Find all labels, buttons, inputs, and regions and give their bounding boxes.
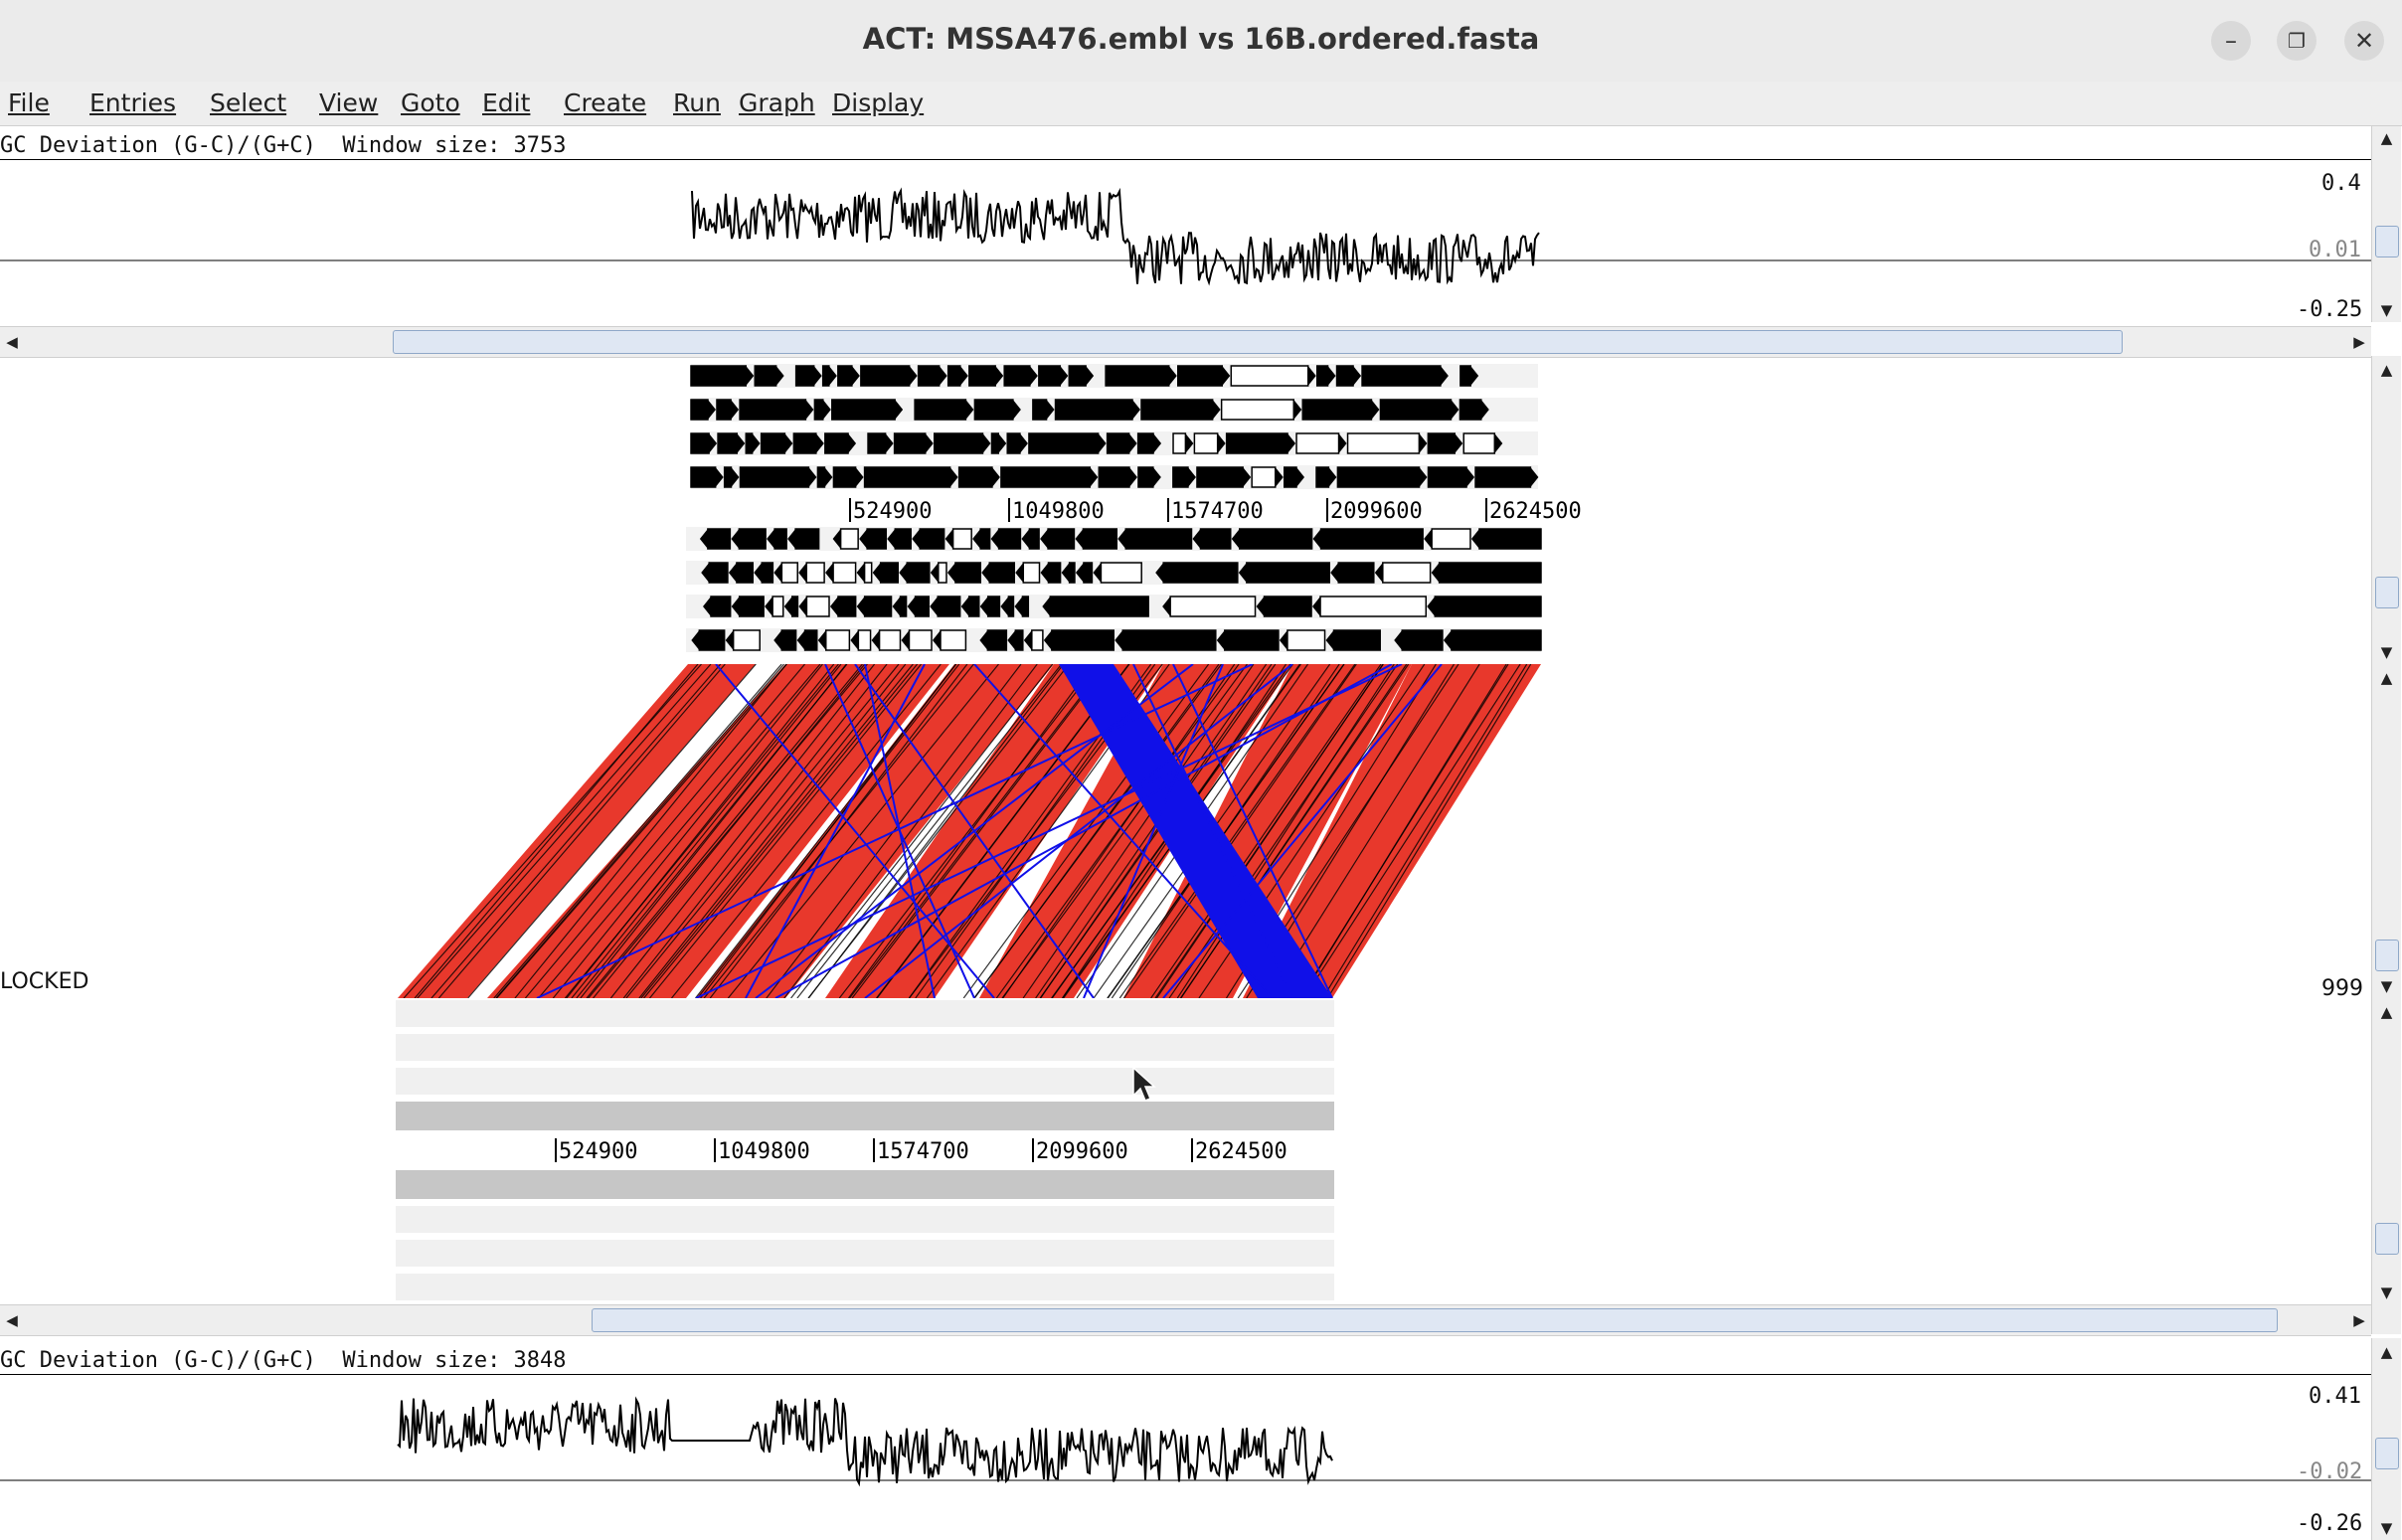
scroll-right-icon[interactable]: ▶	[2347, 327, 2371, 357]
bottom-ruler: 524900 1049800 1574700 2099600 2624500	[555, 1138, 1287, 1164]
bottom-graph-vscroll[interactable]: ▲ ▼	[2371, 1338, 2401, 1540]
ruler-tick-label: 2624500	[1195, 1139, 1287, 1164]
scroll-up-icon[interactable]: ▲	[2372, 666, 2401, 690]
scroll-up-icon[interactable]: ▲	[2372, 1000, 2401, 1024]
bottom-gc-line	[397, 1396, 1333, 1487]
top-graph-vscroll[interactable]: ▲ ▼	[2371, 126, 2401, 322]
hscroll-corner	[2371, 1304, 2401, 1334]
menu-run[interactable]: Run	[673, 82, 721, 125]
ruler-tick-label: 1049800	[718, 1139, 810, 1164]
window-title: ACT: MSSA476.embl vs 16B.ordered.fasta	[862, 22, 1540, 56]
scroll-down-icon[interactable]: ▼	[2372, 640, 2401, 664]
scroll-down-icon[interactable]: ▼	[2372, 1281, 2401, 1304]
scroll-up-icon[interactable]: ▲	[2372, 1340, 2401, 1364]
top-hscroll-thumb[interactable]	[393, 330, 2123, 354]
top-feature-vscroll[interactable]: ▲ ▼	[2371, 356, 2401, 664]
scroll-right-icon[interactable]: ▶	[2347, 1305, 2371, 1335]
bottom-feature-vscroll[interactable]: ▲ ▼	[2371, 998, 2401, 1304]
scroll-up-icon[interactable]: ▲	[2372, 358, 2401, 382]
ruler-tick-label: 524900	[559, 1139, 637, 1164]
scroll-left-icon[interactable]: ◀	[0, 327, 24, 357]
menu-goto[interactable]: Goto	[401, 82, 460, 125]
bottom-graph-mid: -0.02	[2297, 1459, 2363, 1484]
scroll-left-icon[interactable]: ◀	[0, 1305, 24, 1335]
match-lines	[398, 664, 1541, 998]
ruler-tick-label: 2624500	[1489, 499, 1582, 524]
close-button[interactable]: ✕	[2344, 21, 2384, 61]
menu-select[interactable]: Select	[210, 82, 286, 125]
ruler-tick-label: 1574700	[877, 1139, 969, 1164]
comparison-vscroll[interactable]: ▲ ▼	[2371, 664, 2401, 998]
top-graph-mid: 0.01	[2309, 238, 2361, 262]
bottom-graph-label: GC Deviation (G-C)/(G+C) Window size: 38…	[0, 1348, 567, 1373]
ruler-tick-label: 1574700	[1171, 499, 1264, 524]
ruler-tick-label: 524900	[853, 499, 932, 524]
menu-entries[interactable]: Entries	[89, 82, 176, 125]
top-reverse-frames	[686, 527, 1542, 652]
bottom-hscroll-thumb[interactable]	[592, 1308, 2278, 1332]
maximize-button[interactable]: ❐	[2277, 21, 2316, 61]
menu-edit[interactable]: Edit	[482, 82, 530, 125]
ruler-tick-label: 2099600	[1330, 499, 1423, 524]
bottom-feature-vscroll-thumb[interactable]	[2375, 1223, 2399, 1255]
close-icon: ✕	[2353, 27, 2375, 55]
ruler-tick-label: 1049800	[1012, 499, 1105, 524]
menu-bar: File Entries Select View Goto Edit Creat…	[0, 82, 2402, 126]
scroll-down-icon[interactable]: ▼	[2372, 1516, 2401, 1540]
bottom-gc-graph	[0, 1396, 2371, 1487]
top-gc-line	[691, 187, 1540, 286]
top-forward-frames	[690, 364, 1539, 489]
scroll-down-icon[interactable]: ▼	[2372, 974, 2401, 998]
menu-graph[interactable]: Graph	[739, 82, 815, 125]
scroll-up-icon[interactable]: ▲	[2372, 126, 2401, 150]
menu-file[interactable]: File	[8, 82, 50, 125]
comparison-view[interactable]	[0, 664, 2371, 998]
restore-icon: ❐	[2288, 29, 2306, 53]
bottom-feature-display: 524900 1049800 1574700 2099600 2624500	[396, 1000, 1334, 1300]
menu-create[interactable]: Create	[564, 82, 646, 125]
locked-label: LOCKED	[0, 969, 89, 994]
bottom-graph-vscroll-thumb[interactable]	[2375, 1438, 2399, 1469]
bottom-hscroll[interactable]: ◀ ▶	[0, 1304, 2371, 1336]
scroll-down-icon[interactable]: ▼	[2372, 298, 2401, 322]
bottom-graph-max: 0.41	[2309, 1384, 2361, 1409]
top-graph-label: GC Deviation (G-C)/(G+C) Window size: 37…	[0, 133, 567, 158]
menu-view[interactable]: View	[319, 82, 378, 125]
ruler-tick-label: 2099600	[1036, 1139, 1128, 1164]
minimize-button[interactable]: –	[2211, 21, 2251, 61]
minimize-icon: –	[2225, 27, 2237, 55]
top-graph-vscroll-thumb[interactable]	[2375, 226, 2399, 257]
bottom-graph-min: -0.26	[2297, 1511, 2363, 1536]
top-hscroll[interactable]: ◀ ▶	[0, 326, 2371, 358]
title-bar: ACT: MSSA476.embl vs 16B.ordered.fasta –…	[0, 0, 2402, 83]
top-gc-graph	[0, 187, 2371, 286]
comparison-vscroll-thumb[interactable]	[2375, 940, 2399, 971]
top-graph-max: 0.4	[2321, 171, 2361, 196]
top-feature-display: 524900 1049800 1574700 2099600 2624500	[686, 364, 1582, 652]
top-graph-min: -0.25	[2297, 297, 2363, 322]
menu-display[interactable]: Display	[832, 82, 924, 125]
top-feature-vscroll-thumb[interactable]	[2375, 577, 2399, 608]
